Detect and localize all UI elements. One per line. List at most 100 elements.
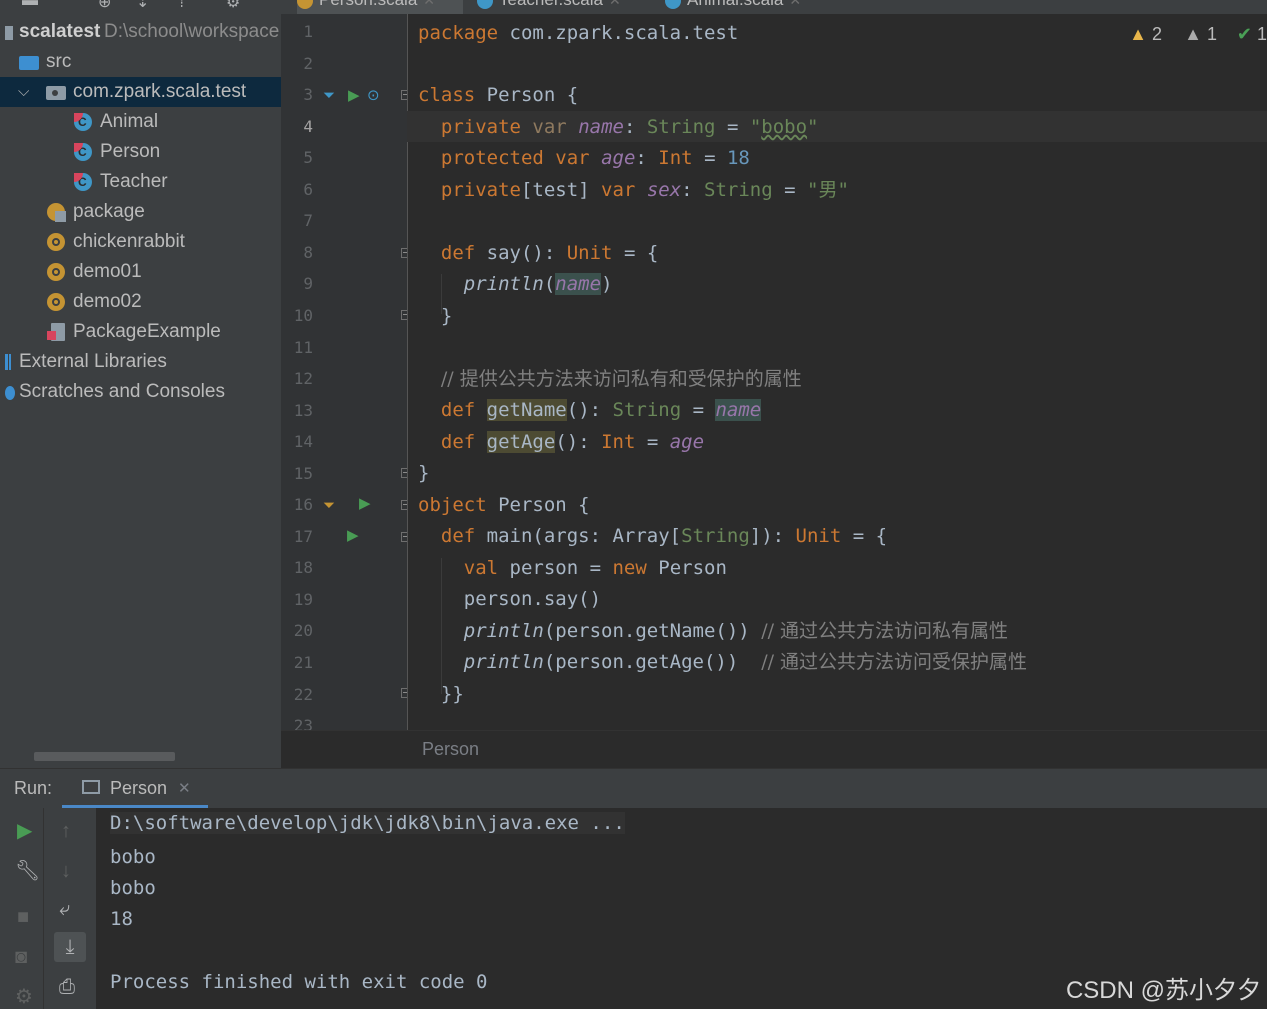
close-icon[interactable]: ✕ <box>789 0 801 8</box>
tab-person-scala[interactable]: Person.scala ✕ <box>297 0 463 14</box>
tab-teacher-scala[interactable]: Teacher.scala ✕ <box>477 0 621 14</box>
line-number[interactable]: 6 <box>281 180 313 199</box>
scala-file-icon <box>297 0 313 9</box>
locate-icon[interactable]: ⊕ <box>98 0 111 12</box>
tree-item-chickenrabbit[interactable]: chickenrabbit <box>0 227 281 257</box>
collapse-all-icon[interactable]: ⇡ <box>175 0 188 12</box>
line-number[interactable]: 15 <box>281 464 313 483</box>
warning-count[interactable]: ▲ 2 <box>1129 24 1162 45</box>
code-line-4: private var name: String = "bobo" <box>440 116 819 138</box>
package-folder-icon <box>46 86 66 100</box>
line-number[interactable]: 21 <box>281 653 313 672</box>
comment-line-12: // 提供公共方法来访问私有和受保护的属性 <box>440 368 802 390</box>
companion-icon[interactable]: ⏷ <box>323 498 335 514</box>
console-line-exit: Process finished with exit code 0 <box>110 971 488 993</box>
code-line-13: def getName(): String = name <box>440 399 762 421</box>
rerun-icon[interactable]: ▶ <box>17 818 32 843</box>
scala-object-icon <box>47 233 65 251</box>
line-number[interactable]: 11 <box>281 338 313 357</box>
typo-count[interactable]: ✔ 1 <box>1237 24 1267 45</box>
tree-item-src[interactable]: src <box>0 47 281 77</box>
implemented-icon[interactable]: ⏷ <box>323 88 335 104</box>
editor-gutter[interactable]: 1 2 3 4 5 6 7 8 9 10 11 12 13 14 15 16 17 18 19 20 21 22 23 ⏷ … <box>281 14 407 730</box>
line-number[interactable]: 4 <box>281 117 313 136</box>
line-number[interactable]: 5 <box>281 148 313 167</box>
tree-item-animal[interactable]: Animal <box>0 107 281 137</box>
line-number[interactable]: 23 <box>281 716 313 730</box>
arrow-down-icon[interactable]: ↓ <box>61 860 71 883</box>
breadcrumb-item[interactable]: Person <box>422 739 479 760</box>
line-number[interactable]: 17 <box>281 527 313 546</box>
package-object-icon <box>47 203 66 222</box>
tree-item-external-libraries[interactable]: External Libraries <box>0 347 281 377</box>
line-number[interactable]: 8 <box>281 243 313 262</box>
line-number[interactable]: 13 <box>281 401 313 420</box>
wrench-icon[interactable]: 🔧︎ <box>15 858 40 883</box>
run-tool-window-header: Run: Person ✕ <box>0 768 1267 809</box>
comment-line-20: // 通过公共方法访问私有属性 <box>761 620 1009 642</box>
library-icon <box>5 354 11 370</box>
settings-gear-icon[interactable]: ⚙ <box>226 0 240 12</box>
run-tab-person[interactable]: Person ✕ <box>62 769 208 808</box>
tree-item-teacher[interactable]: Teacher <box>0 167 281 197</box>
camera-icon[interactable]: ◙ <box>15 946 27 969</box>
tree-item-label: demo02 <box>73 291 142 312</box>
code-editor[interactable]: package com.zpark.scala.test class Perso… <box>407 14 1267 730</box>
project-root[interactable]: scalatest D:\school\workspace <box>0 17 281 47</box>
line-number[interactable]: 12 <box>281 369 313 388</box>
tree-item-label: External Libraries <box>19 351 167 372</box>
code-line-10: } <box>418 305 453 327</box>
line-number[interactable]: 1 <box>281 22 313 41</box>
scroll-to-end-icon[interactable]: ⤓ <box>54 932 86 962</box>
line-number[interactable]: 3 <box>281 85 313 104</box>
chevron-down-icon[interactable]: ⌵ <box>18 77 29 107</box>
run-icon[interactable]: ▶ <box>348 88 360 104</box>
print-icon[interactable]: ⎙ <box>59 976 75 999</box>
number-age: 18 <box>726 147 750 169</box>
tab-label: Animal.scala <box>687 0 783 9</box>
line-number[interactable]: 20 <box>281 621 313 640</box>
expand-all-icon[interactable]: ⇣ <box>136 0 149 12</box>
tree-item-package-com-zpark-scala-test[interactable]: ⌵ com.zpark.scala.test <box>0 77 281 107</box>
scala-class-icon <box>665 0 681 9</box>
run-main-icon[interactable]: ▶ <box>347 528 359 544</box>
run-icon[interactable]: ▶ <box>359 496 371 512</box>
line-number[interactable]: 16 <box>281 495 313 514</box>
overridden-icon[interactable]: ⊙ <box>367 88 380 104</box>
line-number[interactable]: 10 <box>281 306 313 325</box>
tree-item-label: demo01 <box>73 261 142 282</box>
console-line-command: D:\software\develop\jdk\jdk8\bin\java.ex… <box>110 812 625 834</box>
tree-item-scratches[interactable]: Scratches and Consoles <box>0 377 281 407</box>
settings-gear-icon[interactable]: ⚙ <box>15 984 33 1009</box>
scala-file-icon <box>47 323 65 341</box>
tree-item-person[interactable]: Person <box>0 137 281 167</box>
tree-item-label: PackageExample <box>73 321 221 342</box>
project-horizontal-scrollbar[interactable] <box>34 752 175 761</box>
line-number[interactable]: 2 <box>281 54 313 73</box>
comment-line-21: // 通过公共方法访问受保护属性 <box>761 651 1028 673</box>
project-dropdown-icon[interactable]: ▬ <box>22 0 38 10</box>
arrow-up-icon[interactable]: ↑ <box>61 820 71 843</box>
close-icon[interactable]: ✕ <box>178 779 191 797</box>
tree-item-demo01[interactable]: demo01 <box>0 257 281 287</box>
line-number[interactable]: 22 <box>281 685 313 704</box>
soft-wrap-icon[interactable]: ⤶ <box>59 898 70 921</box>
code-line-8: def say(): Unit = { <box>440 242 659 264</box>
code-line-22: }} <box>418 683 464 705</box>
close-icon[interactable]: ✕ <box>609 0 621 8</box>
tab-animal-scala[interactable]: Animal.scala ✕ <box>665 0 801 14</box>
tree-item-label: Teacher <box>100 171 168 192</box>
line-number[interactable]: 9 <box>281 274 313 293</box>
tree-item-package-object[interactable]: package <box>0 197 281 227</box>
line-number[interactable]: 18 <box>281 558 313 577</box>
tree-item-packageexample[interactable]: PackageExample <box>0 317 281 347</box>
line-number[interactable]: 14 <box>281 432 313 451</box>
code-line-21: println(person.getAge()) // 通过公共方法访问受保护属… <box>463 651 1028 673</box>
tree-item-label: com.zpark.scala.test <box>73 81 247 102</box>
line-number[interactable]: 19 <box>281 590 313 609</box>
close-icon[interactable]: ✕ <box>423 0 435 8</box>
tree-item-demo02[interactable]: demo02 <box>0 287 281 317</box>
stop-icon[interactable]: ■ <box>17 906 29 929</box>
line-number[interactable]: 7 <box>281 211 313 230</box>
weak-warning-count[interactable]: ▲ 1 <box>1184 24 1217 45</box>
